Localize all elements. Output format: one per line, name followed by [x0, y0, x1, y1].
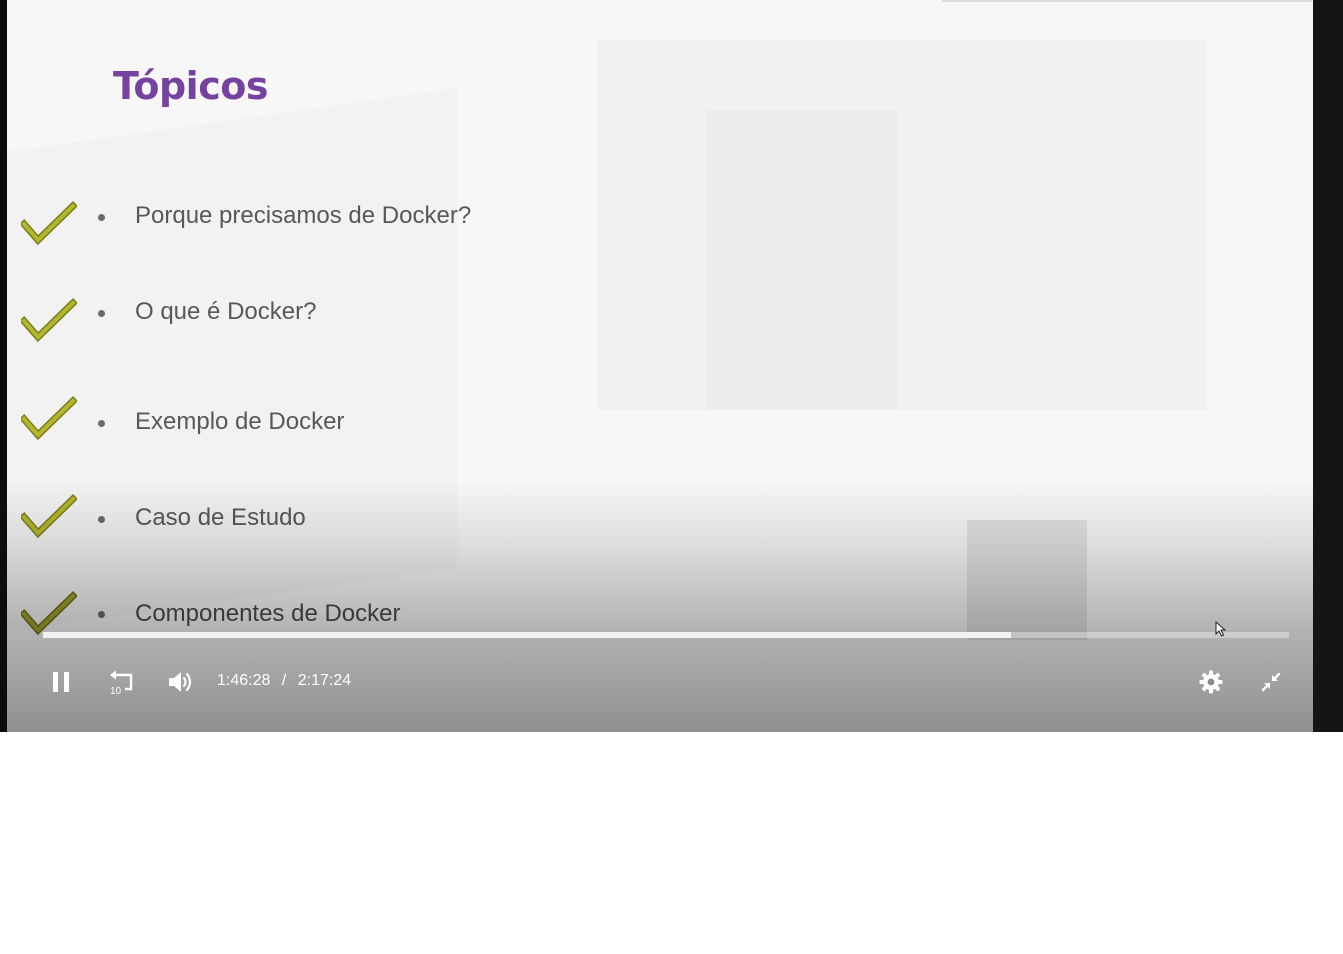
bullet: [98, 310, 105, 317]
topic-item: Porque precisamos de Docker?: [7, 200, 907, 260]
time-display: 1:46:28 / 2:17:24: [217, 672, 351, 690]
time-separator: /: [281, 672, 287, 689]
topic-label: O que é Docker?: [135, 298, 317, 325]
volume-button[interactable]: [164, 664, 198, 700]
replay-10-button[interactable]: 10: [104, 664, 138, 700]
topic-label: Componentes de Docker: [135, 600, 401, 627]
checkmark-icon: [21, 298, 77, 343]
checkmark-icon: [21, 201, 77, 246]
mouse-cursor: [1215, 621, 1227, 637]
seek-bar-played: [43, 632, 1012, 638]
topic-label: Exemplo de Docker: [135, 408, 345, 435]
topic-label: Caso de Estudo: [135, 504, 306, 531]
checkmark-icon: [21, 494, 77, 539]
svg-text:10: 10: [110, 686, 122, 695]
topic-item: Exemplo de Docker: [7, 395, 907, 455]
pause-button[interactable]: [44, 664, 78, 700]
duration: 2:17:24: [297, 672, 352, 689]
video-player[interactable]: Tópicos Porque precisamos de Docker? O q…: [0, 0, 1343, 732]
exit-fullscreen-button[interactable]: [1254, 664, 1288, 700]
settings-button[interactable]: [1194, 664, 1228, 700]
bullet: [98, 214, 105, 221]
topic-item: O que é Docker?: [7, 297, 907, 357]
topic-label: Porque precisamos de Docker?: [135, 202, 472, 229]
topic-item: Componentes de Docker: [7, 590, 907, 650]
seek-bar[interactable]: [43, 632, 1289, 638]
checkmark-icon: [21, 591, 77, 636]
pause-icon: [53, 672, 69, 692]
current-time: 1:46:28: [217, 672, 271, 689]
background-line: [942, 0, 1312, 2]
video-frame: Tópicos Porque precisamos de Docker? O q…: [7, 0, 1313, 732]
bullet: [98, 611, 105, 618]
volume-icon: [169, 672, 192, 692]
replay-10-icon: 10: [110, 670, 133, 695]
player-side-bar: [1313, 0, 1343, 732]
checkmark-icon: [21, 396, 77, 441]
bullet: [98, 516, 105, 523]
slide-title: Tópicos: [113, 64, 268, 108]
background-cube: [967, 520, 1087, 640]
exit-fullscreen-icon: [1261, 672, 1281, 692]
background-cube: [707, 110, 897, 410]
gear-icon: [1199, 670, 1223, 694]
bullet: [98, 420, 105, 427]
topic-item: Caso de Estudo: [7, 493, 907, 553]
